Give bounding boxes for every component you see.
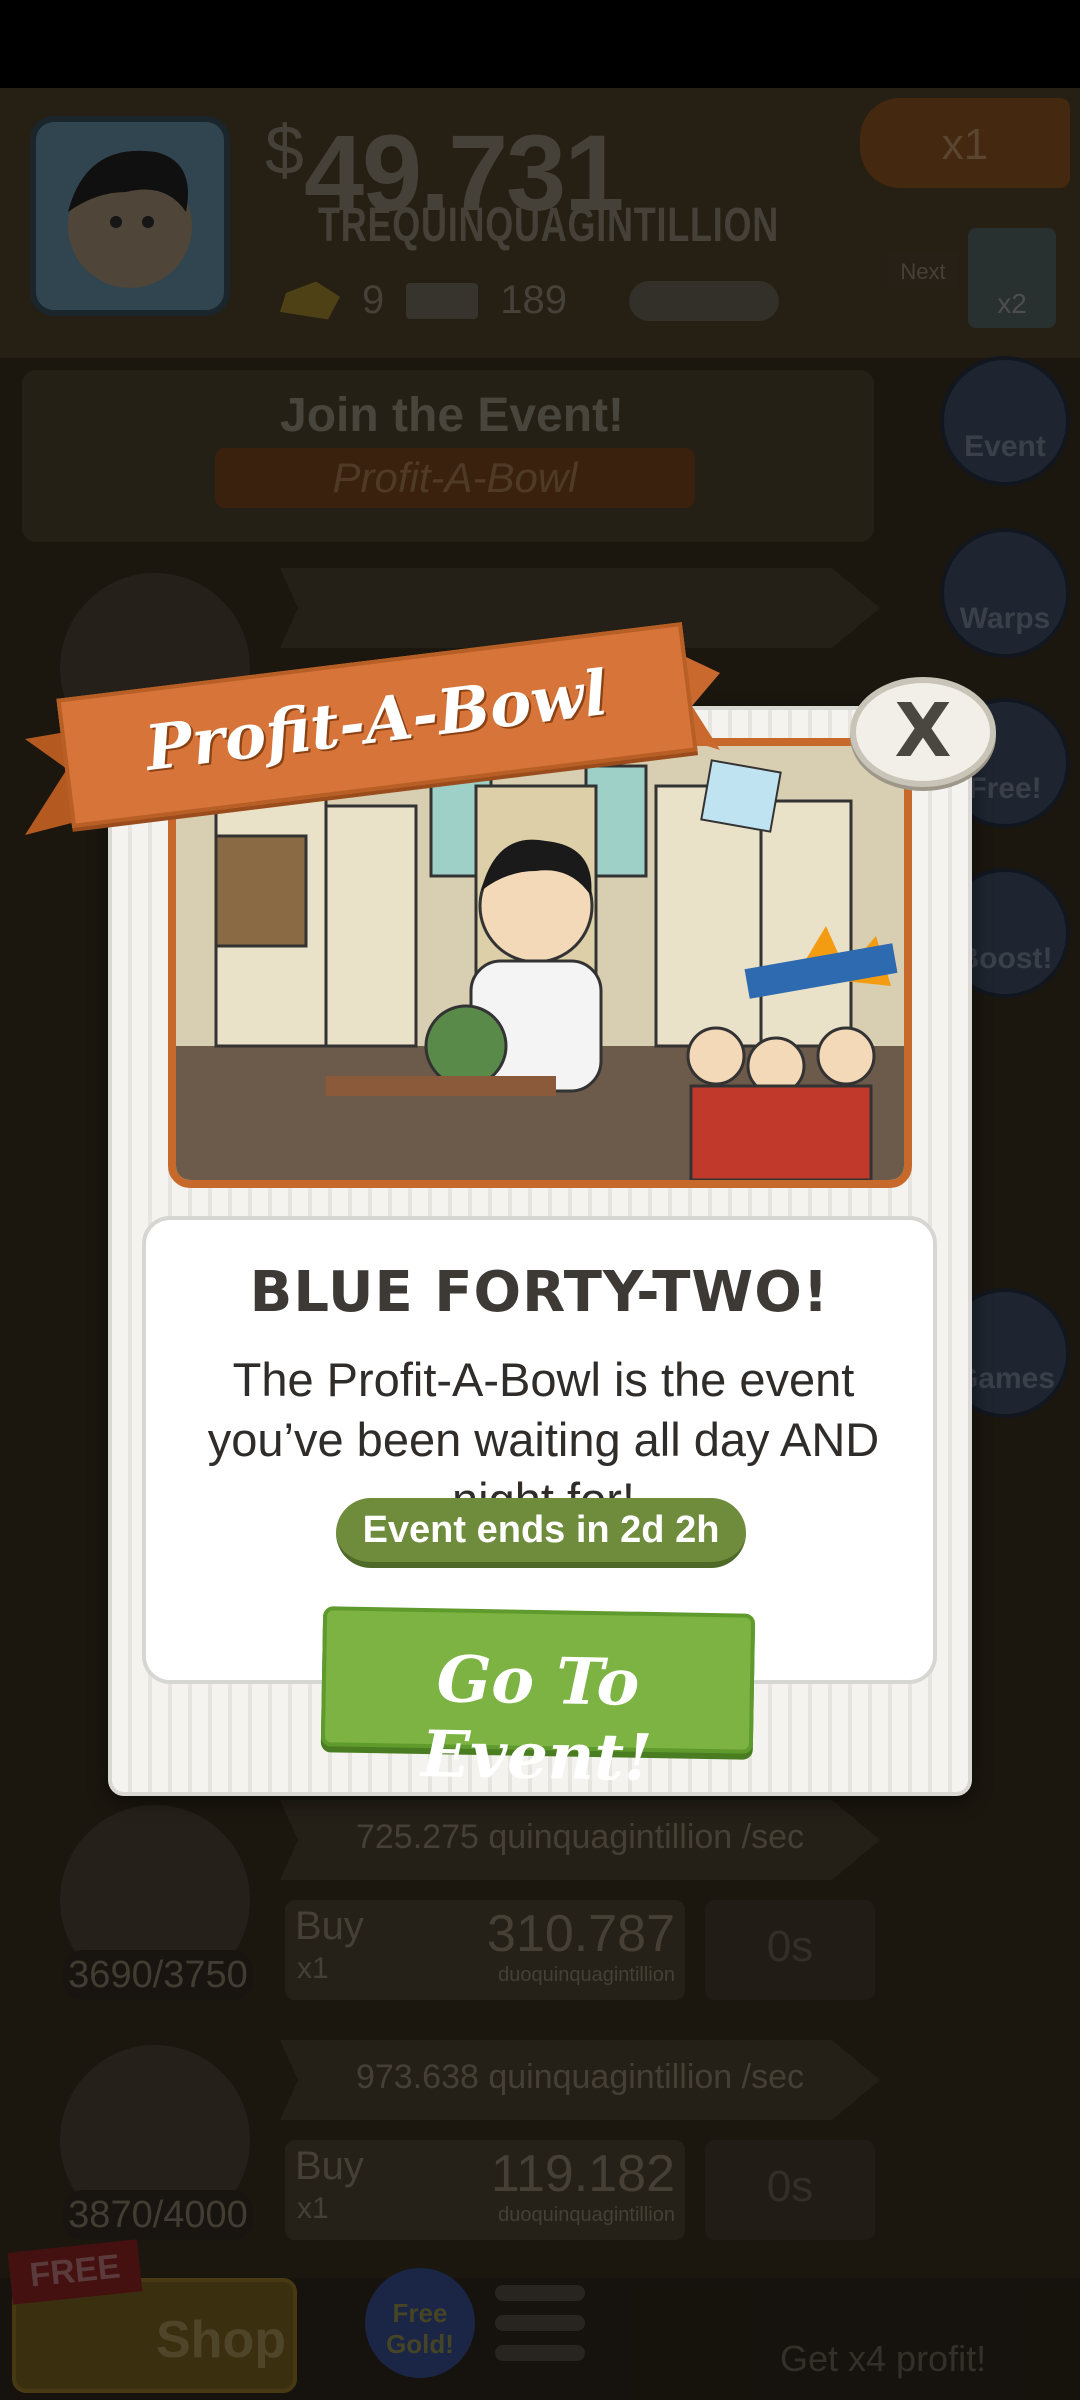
- event-timer-badge: Event ends in 2d 2h: [336, 1498, 746, 1568]
- go-to-event-label: Go To Event!: [420, 1642, 653, 1796]
- close-button[interactable]: X: [850, 677, 996, 787]
- event-illustration: [168, 738, 912, 1188]
- go-to-event-button[interactable]: Go To Event!: [320, 1606, 756, 1796]
- event-headline: BLUE FORTY-TWO!: [249, 1260, 830, 1325]
- close-icon: X: [894, 688, 952, 774]
- status-bar: [0, 0, 1080, 88]
